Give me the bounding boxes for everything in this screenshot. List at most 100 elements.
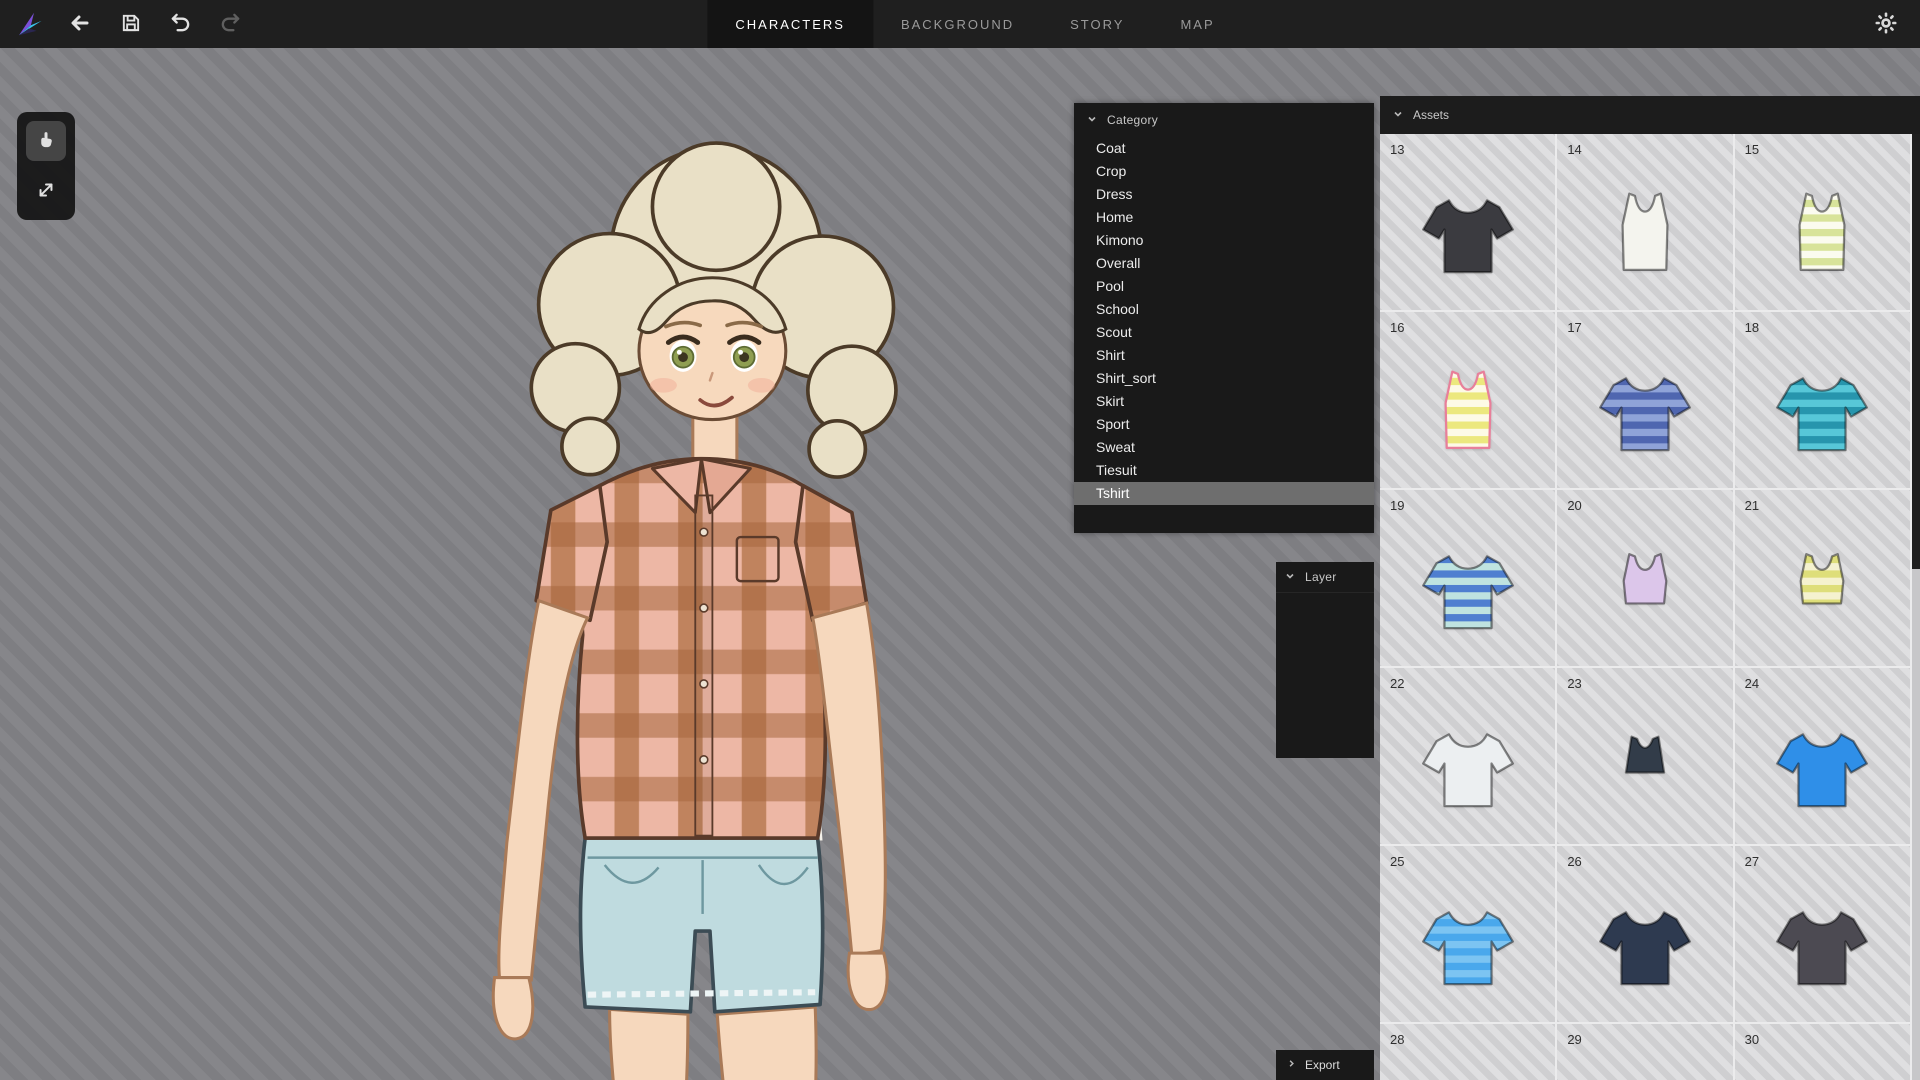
- assets-panel-title: Assets: [1413, 108, 1449, 122]
- assets-panel: Assets 1314 15 16 17 18 19 20 21 22 23 24 25 26 27 28 2…: [1380, 96, 1920, 1080]
- undo-icon: [169, 11, 192, 37]
- asset-thumbnail: [1557, 164, 1732, 304]
- chevron-down-icon: [1284, 570, 1296, 585]
- asset-thumbnail: [1557, 342, 1732, 482]
- save-button[interactable]: [112, 6, 148, 42]
- assets-grid: 1314 15 16 17 18 19 20 21 22 23 24 25 26 27 28 29 30: [1380, 134, 1912, 1080]
- asset-thumbnail: [1735, 520, 1910, 660]
- category-item-tiesuit[interactable]: Tiesuit: [1074, 459, 1374, 482]
- asset-number: 20: [1567, 498, 1581, 513]
- back-arrow-icon: [69, 12, 91, 37]
- tab-characters[interactable]: CHARACTERS: [707, 0, 873, 48]
- category-item-sport[interactable]: Sport: [1074, 413, 1374, 436]
- back-button[interactable]: [62, 6, 98, 42]
- canvas[interactable]: Category CoatCropDressHomeKimonoOverallP…: [0, 48, 1920, 1080]
- layer-panel: Layer: [1276, 562, 1374, 758]
- asset-thumbnail: [1557, 876, 1732, 1016]
- redo-button[interactable]: [212, 6, 248, 42]
- scale-tool-button[interactable]: [26, 171, 66, 211]
- category-item-sweat[interactable]: Sweat: [1074, 436, 1374, 459]
- export-row[interactable]: Export: [1276, 1050, 1374, 1080]
- topbar-right-tools: [1868, 6, 1920, 42]
- asset-cell-28[interactable]: 28: [1380, 1024, 1557, 1080]
- asset-cell-13[interactable]: 13: [1380, 134, 1557, 312]
- category-item-overall[interactable]: Overall: [1074, 252, 1374, 275]
- tab-story[interactable]: STORY: [1042, 0, 1152, 48]
- category-item-pool[interactable]: Pool: [1074, 275, 1374, 298]
- category-item-shirt_sort[interactable]: Shirt_sort: [1074, 367, 1374, 390]
- asset-number: 17: [1567, 320, 1581, 335]
- tab-map[interactable]: MAP: [1152, 0, 1242, 48]
- asset-number: 26: [1567, 854, 1581, 869]
- asset-thumbnail: [1380, 520, 1555, 660]
- asset-cell-14[interactable]: 14: [1557, 134, 1734, 312]
- chevron-down-icon: [1086, 113, 1098, 128]
- category-panel-header[interactable]: Category: [1074, 103, 1374, 137]
- pointer-hand-icon: [36, 129, 56, 154]
- asset-cell-18[interactable]: 18: [1735, 312, 1912, 490]
- redo-icon: [219, 11, 242, 37]
- category-item-kimono[interactable]: Kimono: [1074, 229, 1374, 252]
- category-item-coat[interactable]: Coat: [1074, 137, 1374, 160]
- layer-panel-header[interactable]: Layer: [1276, 562, 1374, 592]
- category-item-scout[interactable]: Scout: [1074, 321, 1374, 344]
- diagonal-resize-icon: [36, 180, 56, 203]
- asset-cell-16[interactable]: 16: [1380, 312, 1557, 490]
- asset-number: 28: [1390, 1032, 1404, 1047]
- asset-number: 25: [1390, 854, 1404, 869]
- asset-cell-29[interactable]: 29: [1557, 1024, 1734, 1080]
- asset-cell-20[interactable]: 20: [1557, 490, 1734, 668]
- tool-palette: [17, 112, 75, 220]
- app-logo-icon[interactable]: [10, 5, 48, 43]
- asset-thumbnail: [1380, 698, 1555, 838]
- category-panel-title: Category: [1107, 113, 1158, 127]
- asset-number: 19: [1390, 498, 1404, 513]
- category-panel: Category CoatCropDressHomeKimonoOverallP…: [1074, 103, 1374, 533]
- category-item-shirt[interactable]: Shirt: [1074, 344, 1374, 367]
- category-item-dress[interactable]: Dress: [1074, 183, 1374, 206]
- character-illustration[interactable]: [404, 121, 918, 1080]
- asset-thumbnail: [1380, 1054, 1555, 1080]
- asset-number: 29: [1567, 1032, 1581, 1047]
- category-item-school[interactable]: School: [1074, 298, 1374, 321]
- asset-cell-26[interactable]: 26: [1557, 846, 1734, 1024]
- asset-cell-19[interactable]: 19: [1380, 490, 1557, 668]
- category-item-skirt[interactable]: Skirt: [1074, 390, 1374, 413]
- asset-cell-21[interactable]: 21: [1735, 490, 1912, 668]
- undo-button[interactable]: [162, 6, 198, 42]
- asset-cell-30[interactable]: 30: [1735, 1024, 1912, 1080]
- settings-button[interactable]: [1868, 6, 1904, 42]
- category-item-crop[interactable]: Crop: [1074, 160, 1374, 183]
- category-item-tshirt[interactable]: Tshirt: [1074, 482, 1374, 505]
- asset-thumbnail: [1380, 342, 1555, 482]
- asset-thumbnail: [1557, 520, 1732, 660]
- asset-thumbnail: [1557, 698, 1732, 838]
- category-item-home[interactable]: Home: [1074, 206, 1374, 229]
- asset-cell-22[interactable]: 22: [1380, 668, 1557, 846]
- tab-background[interactable]: BACKGROUND: [873, 0, 1042, 48]
- asset-cell-25[interactable]: 25: [1380, 846, 1557, 1024]
- asset-cell-17[interactable]: 17: [1557, 312, 1734, 490]
- app-root: CHARACTERS BACKGROUND STORY MAP: [0, 0, 1920, 1080]
- asset-number: 15: [1745, 142, 1759, 157]
- layer-panel-title: Layer: [1305, 570, 1337, 584]
- assets-scrollbar[interactable]: [1912, 134, 1920, 1080]
- asset-number: 18: [1745, 320, 1759, 335]
- hand-tool-button[interactable]: [26, 121, 66, 161]
- asset-number: 16: [1390, 320, 1404, 335]
- asset-cell-24[interactable]: 24: [1735, 668, 1912, 846]
- asset-thumbnail: [1735, 1054, 1910, 1080]
- asset-cell-15[interactable]: 15: [1735, 134, 1912, 312]
- asset-number: 21: [1745, 498, 1759, 513]
- asset-number: 22: [1390, 676, 1404, 691]
- asset-thumbnail: [1557, 1054, 1732, 1080]
- asset-cell-23[interactable]: 23: [1557, 668, 1734, 846]
- asset-cell-27[interactable]: 27: [1735, 846, 1912, 1024]
- assets-panel-header[interactable]: Assets: [1380, 96, 1920, 134]
- asset-number: 23: [1567, 676, 1581, 691]
- assets-scrollbar-thumb[interactable]: [1912, 134, 1920, 569]
- asset-thumbnail: [1735, 342, 1910, 482]
- topbar-left-tools: [0, 5, 248, 43]
- topbar: CHARACTERS BACKGROUND STORY MAP: [0, 0, 1920, 48]
- asset-thumbnail: [1735, 164, 1910, 304]
